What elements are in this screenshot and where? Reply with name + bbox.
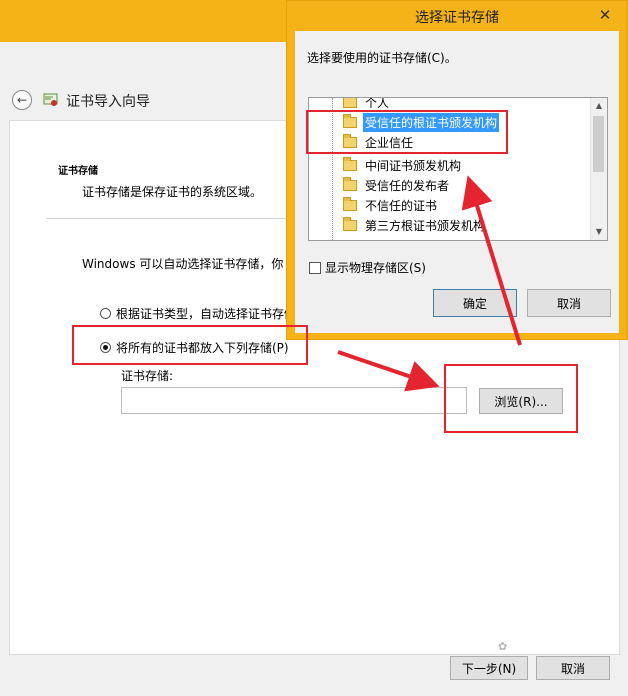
show-physical-checkbox[interactable]: 显示物理存储区(S): [309, 259, 426, 276]
tree-item-label: 受信任的发布者: [365, 178, 450, 193]
show-physical-label: 显示物理存储区(S): [325, 261, 426, 275]
tree-item-untrusted[interactable]: 不信任的证书: [309, 195, 439, 215]
wizard-bottom-bar: [0, 655, 628, 696]
tree-item-trusted-root[interactable]: 受信任的根证书颁发机构: [309, 112, 500, 132]
section-title: 证书存储: [58, 166, 98, 177]
radio-manual-label: 将所有的证书都放入下列存储(P): [116, 341, 289, 355]
scroll-down-icon[interactable]: ▼: [591, 224, 607, 240]
tree-item-enterprise-trust[interactable]: 企业信任: [309, 132, 415, 152]
radio-button-selected[interactable]: [100, 342, 111, 353]
dialog-body: 选择要使用的证书存储(C)。 个人 受信任的根证书颁发机构 企业信任 中间证书颁…: [295, 31, 619, 333]
tree-item-label: 不信任的证书: [365, 198, 438, 213]
radio-button[interactable]: [100, 308, 111, 319]
select-store-dialog: 选择证书存储 ✕ 选择要使用的证书存储(C)。 个人 受信任的根证书颁发机构 企…: [286, 0, 628, 340]
browse-button[interactable]: 浏览(R)...: [479, 388, 563, 414]
folder-icon: [343, 196, 357, 211]
folder-icon: [343, 176, 357, 191]
dialog-prompt: 选择要使用的证书存储(C)。: [307, 51, 457, 65]
folder-icon: [343, 216, 357, 231]
radio-auto-select[interactable]: 根据证书类型，自动选择证书存储: [100, 305, 296, 322]
radio-manual-store[interactable]: 将所有的证书都放入下列存储(P): [100, 339, 289, 356]
tree-item-label: 受信任的根证书颁发机构: [363, 112, 500, 132]
folder-icon: [343, 113, 357, 128]
dialog-title: 选择证书存储: [415, 10, 499, 26]
folder-icon: [343, 156, 357, 171]
next-button[interactable]: 下一步(N): [450, 656, 528, 680]
store-input[interactable]: [121, 387, 467, 414]
store-tree[interactable]: 个人 受信任的根证书颁发机构 企业信任 中间证书颁发机构 受信任的发布者 不信任…: [308, 97, 608, 241]
certificate-icon: [43, 93, 58, 106]
radio-auto-label: 根据证书类型，自动选择证书存储: [116, 307, 297, 321]
scroll-thumb[interactable]: [593, 116, 604, 172]
section-description: 证书存储是保存证书的系统区域。: [82, 185, 263, 199]
store-label: 证书存储:: [121, 369, 174, 383]
tree-item-label: 中间证书颁发机构: [365, 158, 462, 173]
tree-item-third-party-root[interactable]: 第三方根证书颁发机构: [309, 215, 487, 235]
scroll-up-icon[interactable]: ▲: [591, 98, 607, 114]
back-arrow-icon[interactable]: ←: [12, 90, 32, 110]
wizard-cancel-button[interactable]: 取消: [536, 656, 610, 680]
tree-item-trusted-publishers[interactable]: 受信任的发布者: [309, 175, 451, 195]
tree-item-label: 个人: [365, 97, 390, 110]
dialog-cancel-button[interactable]: 取消: [527, 289, 611, 317]
tree-scrollbar[interactable]: ▲ ▼: [590, 98, 607, 240]
ok-button[interactable]: 确定: [433, 289, 517, 317]
watermark-logo: ✿: [498, 640, 508, 653]
close-icon[interactable]: ✕: [595, 5, 615, 25]
tree-item-label: 企业信任: [365, 135, 414, 150]
tree-item-label: 第三方根证书颁发机构: [365, 218, 486, 233]
folder-icon: [343, 98, 357, 108]
auto-select-text: Windows 可以自动选择证书存储，你: [82, 257, 284, 271]
folder-icon: [343, 133, 357, 148]
checkbox[interactable]: [309, 261, 321, 274]
wizard-title: 证书导入向导: [66, 94, 150, 110]
tree-item-personal[interactable]: 个人: [309, 97, 391, 112]
tree-item-intermediate-ca[interactable]: 中间证书颁发机构: [309, 155, 463, 175]
